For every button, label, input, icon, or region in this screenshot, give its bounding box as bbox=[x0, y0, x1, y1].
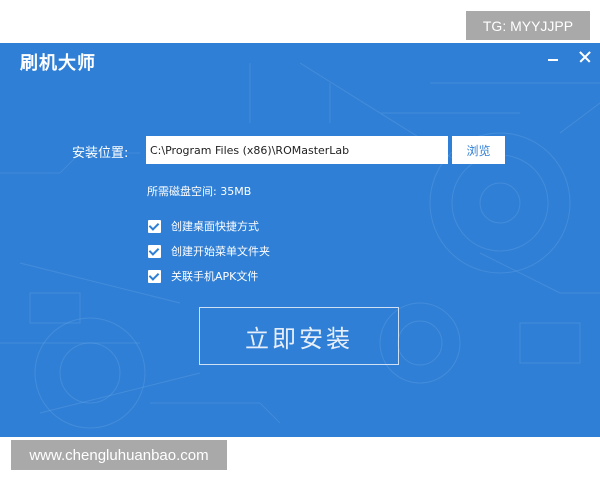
checkmark-icon bbox=[148, 269, 160, 281]
option-start-menu-folder[interactable]: 创建开始菜单文件夹 bbox=[148, 243, 270, 259]
tg-watermark: TG: MYYJJPP bbox=[466, 11, 590, 40]
option-label: 关联手机APK文件 bbox=[171, 270, 259, 283]
checkbox-associate-apk[interactable] bbox=[148, 269, 161, 283]
minimize-icon bbox=[548, 59, 558, 61]
checkbox-start-menu-folder[interactable] bbox=[148, 244, 161, 258]
install-path-input[interactable] bbox=[146, 136, 448, 164]
minimize-button[interactable] bbox=[545, 49, 561, 65]
checkbox-desktop-shortcut[interactable] bbox=[148, 219, 161, 233]
checkmark-icon bbox=[148, 244, 160, 256]
background-blueprint-decoration bbox=[0, 62, 600, 429]
install-location-label: 安装位置: bbox=[72, 146, 129, 161]
option-label: 创建桌面快捷方式 bbox=[171, 220, 259, 233]
option-associate-apk[interactable]: 关联手机APK文件 bbox=[148, 268, 258, 284]
installer-window: 刷机大师 安装位置: 浏览 所需磁盘空间: 35MB 创建桌面快捷方式 创建开始… bbox=[0, 43, 600, 437]
checkmark-icon bbox=[148, 219, 160, 231]
browse-button[interactable]: 浏览 bbox=[452, 136, 505, 164]
option-desktop-shortcut[interactable]: 创建桌面快捷方式 bbox=[148, 218, 259, 234]
app-title: 刷机大师 bbox=[20, 53, 96, 74]
install-now-button[interactable]: 立即安装 bbox=[199, 307, 399, 365]
disk-space-text: 所需磁盘空间: 35MB bbox=[147, 185, 252, 198]
option-label: 创建开始菜单文件夹 bbox=[171, 245, 270, 258]
close-button[interactable] bbox=[577, 49, 593, 65]
site-watermark: www.chengluhuanbao.com bbox=[11, 440, 227, 470]
